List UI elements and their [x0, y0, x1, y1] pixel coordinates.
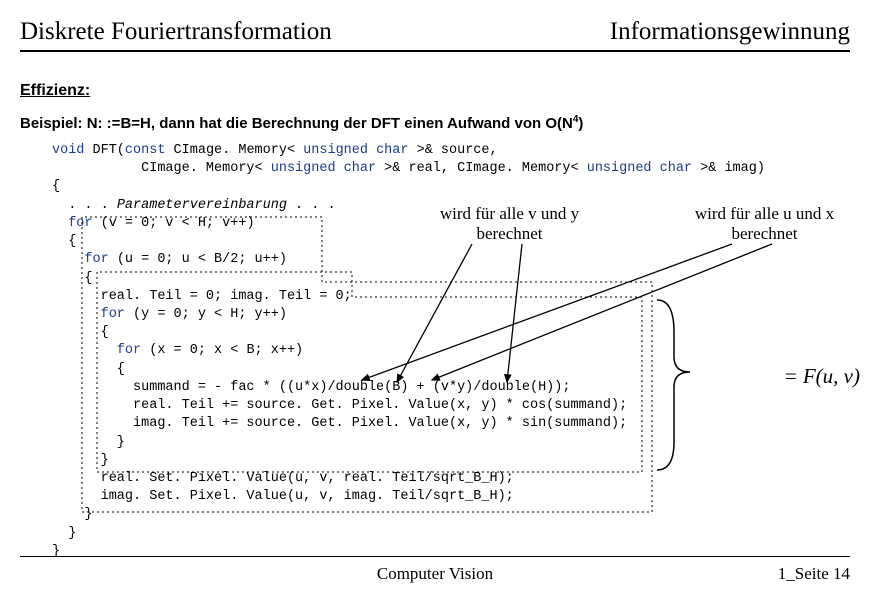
code-text: >& source, — [409, 143, 498, 158]
example-cond: N: :=B=H — [87, 115, 151, 132]
code-text: { — [52, 325, 109, 340]
code-text: (y = 0; y < H; y++) — [125, 307, 287, 322]
example-close: ) — [578, 115, 583, 132]
header-right: Informationsgewinnung — [610, 18, 850, 46]
kw-for: for — [52, 343, 141, 358]
code-text: DFT( — [84, 143, 125, 158]
kw-for: for — [52, 252, 109, 267]
code-text: >& imag) — [692, 161, 765, 176]
code-text: . . . — [52, 198, 117, 213]
code-text: CImage. Memory< — [52, 161, 271, 176]
formula-Fuv: = F(u, v) — [783, 362, 860, 390]
code-text: (u = 0; u < B/2; u++) — [109, 252, 287, 267]
kw-for: for — [52, 216, 93, 231]
code-text: imag. Teil += source. Get. Pixel. Value(… — [52, 416, 627, 431]
footer-right: 1_Seite 14 — [778, 564, 850, 584]
code-text: (v = 0; v < H; v++) — [93, 216, 255, 231]
example-bigO: O(N — [545, 115, 573, 132]
code-text: >& real, CImage. Memory< — [376, 161, 587, 176]
code-text: . . . — [287, 198, 336, 213]
code-text: } — [52, 507, 93, 522]
kw-void: void — [52, 143, 84, 158]
code-text: imag. Set. Pixel. Value(u, v, imag. Teil… — [52, 489, 514, 504]
footer: Computer Vision 1_Seite 14 — [20, 564, 850, 584]
footer-center: Computer Vision — [20, 564, 850, 584]
kw-uchar: unsigned char — [587, 161, 692, 176]
example-prefix: Beispiel: — [20, 115, 87, 132]
code-text: } — [52, 435, 125, 450]
header: Diskrete Fouriertransformation Informati… — [20, 18, 850, 52]
code-text: { — [52, 234, 76, 249]
kw-uchar: unsigned char — [303, 143, 408, 158]
code-text: real. Teil += source. Get. Pixel. Value(… — [52, 398, 627, 413]
code-text: } — [52, 526, 76, 541]
footer-rule — [20, 556, 850, 557]
kw-const: const — [125, 143, 166, 158]
code-text: summand = - fac * ((u*x)/double(B) + (v*… — [52, 380, 570, 395]
code-text: { — [52, 179, 60, 194]
code-text: CImage. Memory< — [165, 143, 303, 158]
code-block: void DFT(const CImage. Memory< unsigned … — [52, 142, 850, 600]
code-text: { — [52, 271, 93, 286]
kw-for: for — [52, 307, 125, 322]
annotation-ux: wird für alle u und x berechnet — [677, 204, 852, 243]
code-comment: Parametervereinbarung — [117, 198, 287, 213]
code-text: } — [52, 453, 109, 468]
annotation-vy: wird für alle v und y berechnet — [422, 204, 597, 243]
example-line: Beispiel: N: :=B=H, dann hat die Berechn… — [20, 114, 850, 132]
header-left: Diskrete Fouriertransformation — [20, 18, 332, 46]
code-text: { — [52, 362, 125, 377]
slide-page: Diskrete Fouriertransformation Informati… — [0, 0, 870, 600]
example-mid: , dann hat die Berechnung der DFT einen … — [151, 115, 545, 132]
code-text: (x = 0; x < B; x++) — [141, 343, 303, 358]
section-title: Effizienz: — [20, 82, 850, 100]
code-text: real. Set. Pixel. Value(u, v, real. Teil… — [52, 471, 514, 486]
kw-uchar: unsigned char — [271, 161, 376, 176]
code-text: real. Teil = 0; imag. Teil = 0; — [52, 289, 352, 304]
